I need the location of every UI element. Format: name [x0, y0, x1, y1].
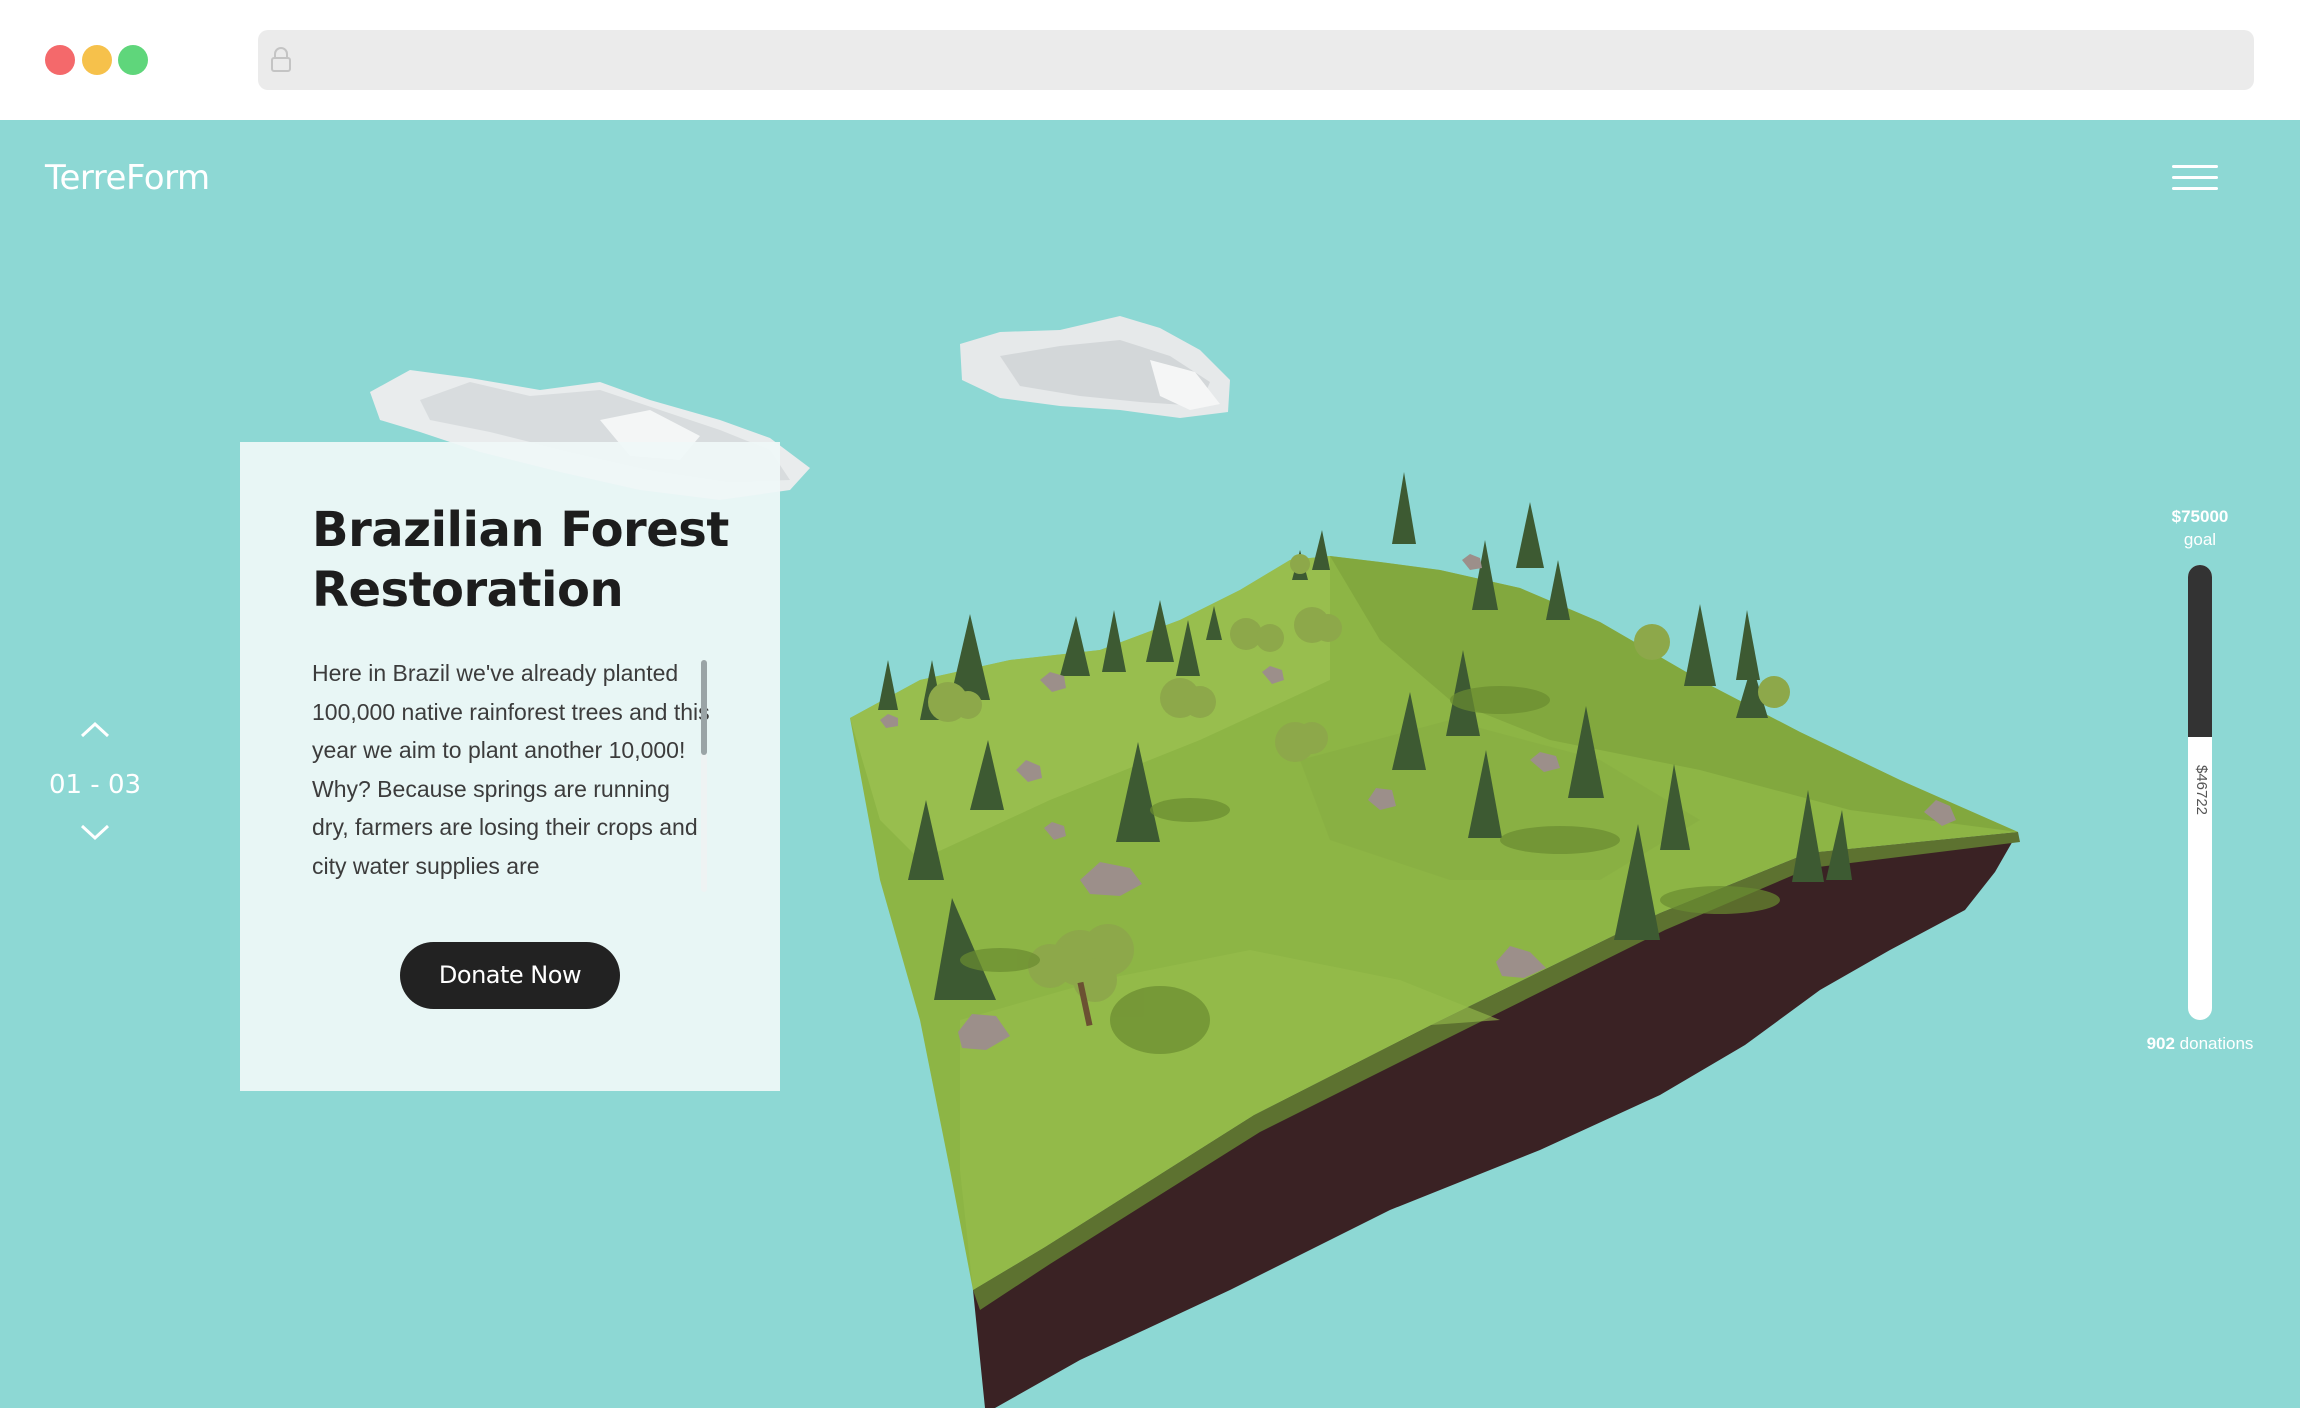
maximize-window-button[interactable] [118, 45, 148, 75]
lock-icon [271, 47, 291, 72]
description-scrollbar-thumb[interactable] [701, 660, 707, 755]
project-card: Brazilian Forest Restoration Here in Bra… [240, 442, 780, 1091]
project-title: Brazilian Forest Restoration [312, 502, 729, 618]
minimize-window-button[interactable] [82, 45, 112, 75]
donate-now-button[interactable]: Donate Now [400, 942, 620, 1009]
page: TerreForm Brazilian Forest Restoration H… [0, 120, 2300, 1408]
hamburger-menu-icon[interactable] [2172, 165, 2218, 191]
donations-count: 902 donations [2130, 1034, 2270, 1054]
site-logo[interactable]: TerreForm [45, 158, 210, 198]
donation-progress-fill [2188, 565, 2212, 737]
close-window-button[interactable] [45, 45, 75, 75]
chevron-down-icon[interactable] [78, 822, 112, 842]
donations-label: donations [2174, 1034, 2254, 1053]
goal-amount: $75000 [2171, 507, 2229, 526]
donations-number: 902 [2146, 1034, 2175, 1053]
raised-amount: $46722 [2193, 764, 2210, 816]
cloud-right [960, 316, 1230, 418]
address-bar[interactable] [258, 30, 2254, 90]
goal-label: goal [2183, 530, 2217, 549]
project-description: Here in Brazil we've already planted 100… [312, 660, 710, 879]
chevron-up-icon[interactable] [78, 720, 112, 740]
slide-counter: 01 - 03 [48, 770, 142, 800]
browser-chrome [0, 0, 2300, 120]
